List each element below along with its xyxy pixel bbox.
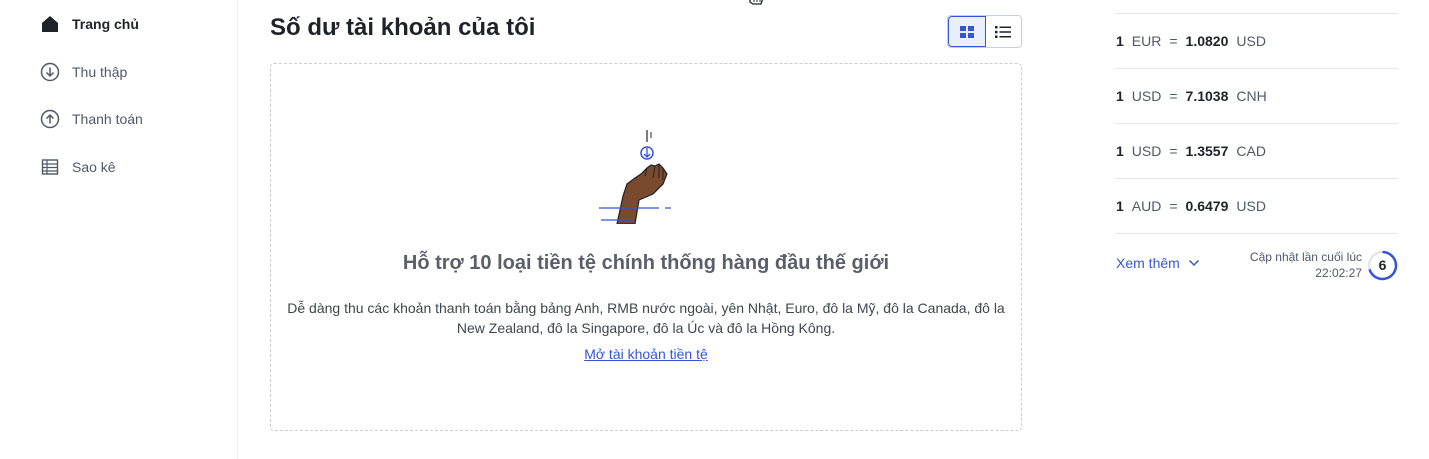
quote-currency: USD [1236, 33, 1266, 49]
grid-view-button[interactable] [948, 16, 986, 47]
last-updated-time: 22:02:27 [1315, 266, 1362, 280]
chevron-down-icon [1188, 259, 1199, 267]
balance-empty-state: Hỗ trợ 10 loại tiền tệ chính thống hàng … [270, 63, 1022, 431]
sidebar: Trang chủ Thu thập Thanh toán Sao kê [0, 0, 238, 459]
empty-state-description: Dễ dàng thu các khoản thanh toán bằng bả… [279, 298, 1013, 338]
grid-icon [959, 25, 974, 38]
countdown-number: 6 [1378, 257, 1387, 273]
see-more-button[interactable]: Xem thêm [1116, 255, 1200, 271]
home-icon [40, 14, 60, 34]
base-currency: EUR [1131, 33, 1162, 49]
quote-currency: USD [1236, 198, 1266, 214]
rate-value: 0.6479 [1185, 198, 1229, 214]
sidebar-item-label: Thanh toán [72, 111, 143, 127]
quote-currency: CAD [1236, 143, 1266, 159]
sidebar-item-label: Sao kê [72, 159, 116, 175]
list-icon [995, 25, 1012, 38]
description-line: Dễ dàng thu các khoản thanh toán bằng bả… [287, 300, 1005, 316]
rate-row: 1 EUR = 1.0820 USD [1115, 14, 1398, 69]
last-updated: Cập nhật lần cuối lúc 22:02:27 [1230, 249, 1362, 281]
empty-state-heading: Hỗ trợ 10 loại tiền tệ chính thống hàng … [402, 252, 890, 274]
arrow-up-circle-icon [40, 109, 60, 129]
base-currency: USD [1131, 88, 1162, 104]
base-amount: 1 [1116, 88, 1124, 104]
equals-sign: = [1169, 33, 1178, 49]
sidebar-item-label: Trang chủ [72, 16, 139, 32]
base-currency: AUD [1131, 198, 1162, 214]
equals-sign: = [1169, 143, 1178, 159]
open-account-link-wrap: Mở tài khoản tiền tệ [271, 346, 1021, 362]
base-amount: 1 [1116, 33, 1124, 49]
sidebar-item-statements[interactable]: Sao kê [40, 155, 116, 179]
rate-value: 1.3557 [1185, 143, 1229, 159]
see-more-label: Xem thêm [1116, 255, 1180, 271]
arrow-down-circle-icon [40, 62, 60, 82]
last-updated-label: Cập nhật lần cuối lúc [1249, 250, 1362, 264]
view-toggle [947, 15, 1022, 48]
sidebar-item-label: Thu thập [72, 64, 128, 80]
page-title: Số dư tài khoản của tôi [270, 14, 536, 41]
exchange-rates: 1 EUR = 1.0820 USD 1 USD = 7.1038 CNH 1 … [1115, 13, 1398, 234]
rate-value: 1.0820 [1185, 33, 1229, 49]
list-view-button[interactable] [985, 16, 1021, 47]
sidebar-item-home[interactable]: Trang chủ [40, 12, 139, 36]
hand-coin-illustration [593, 128, 693, 225]
hand-cursor-icon [746, 0, 766, 15]
base-currency: USD [1131, 143, 1162, 159]
rate-value: 7.1038 [1185, 88, 1229, 104]
base-amount: 1 [1116, 198, 1124, 214]
open-currency-account-link[interactable]: Mở tài khoản tiền tệ [584, 346, 708, 362]
sidebar-item-payment[interactable]: Thanh toán [40, 107, 143, 131]
rate-row: 1 AUD = 0.6479 USD [1115, 179, 1398, 234]
rate-row: 1 USD = 7.1038 CNH [1115, 69, 1398, 124]
description-line: New Zealand, đô la Singapore, đô la Úc v… [456, 320, 836, 336]
equals-sign: = [1169, 198, 1178, 214]
equals-sign: = [1169, 88, 1178, 104]
quote-currency: CNH [1236, 88, 1267, 104]
rate-row: 1 USD = 1.3557 CAD [1115, 124, 1398, 179]
sidebar-item-collect[interactable]: Thu thập [40, 60, 127, 84]
refresh-countdown: 6 [1367, 250, 1398, 281]
base-amount: 1 [1116, 143, 1124, 159]
table-icon [40, 157, 60, 177]
